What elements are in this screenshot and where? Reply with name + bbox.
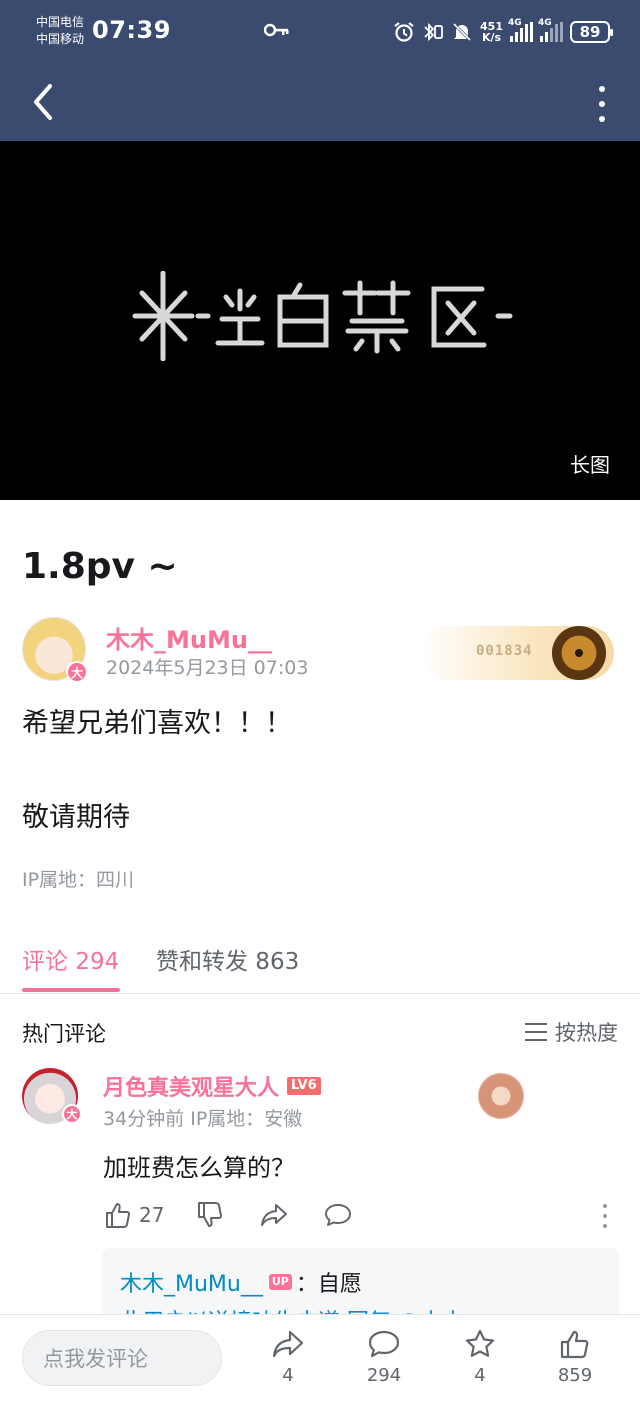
share-count: 4 [282,1365,294,1386]
fan-card-number: 001834 [476,643,533,659]
post-datetime: 2024年5月23日 07:03 [106,657,309,679]
star-icon [465,1329,495,1357]
game-logo-icon [132,271,513,361]
comment-text: 加班费怎么算的？ [103,1154,295,1182]
reply-line-1: 木木_MuMu__ UP ：自愿 [120,1266,362,1298]
author-name[interactable]: 木木_MuMu__ [106,620,272,655]
level-badge: LV6 [287,1077,321,1095]
comment-reply-button[interactable] [323,1200,353,1230]
hot-comments-label: 热门评论 [22,1022,106,1046]
thumbs-up-icon [106,1203,131,1229]
bottom-action-bar: 点我发评论 4 294 4 859 [0,1314,640,1407]
ip-location: IP属地：四川 [22,869,135,891]
share-button[interactable]: 4 [258,1327,318,1386]
author-avatar[interactable]: 大 [22,617,88,683]
sort-button[interactable]: 按热度 [525,1017,618,1047]
more-options-button[interactable] [590,84,614,124]
carrier-2: 中国移动 [36,32,85,46]
bluetooth-vibrate-icon [424,22,443,42]
sort-label: 按热度 [555,1021,618,1045]
fan-card-eye-icon [552,626,606,680]
share-icon [261,1204,287,1226]
comment-bubble-icon [325,1204,351,1226]
carrier-1: 中国电信 [36,15,85,29]
reply-text: ：自愿 [295,1272,362,1297]
comment-tabs: 评论 294 赞和转发 863 [0,930,640,994]
comment-actions: 27 [103,1200,623,1232]
commenter-medal-icon [478,1073,524,1119]
carrier-labels: 中国电信 中国移动 [36,14,84,48]
favorite-count: 4 [474,1365,486,1386]
mute-bell-icon [452,22,472,42]
commenter-name[interactable]: 月色真美观星大人 [103,1070,279,1102]
tab-likes-reposts[interactable]: 赞和转发 863 [156,942,299,976]
thumbs-up-icon [560,1330,589,1359]
comment-input[interactable]: 点我发评论 [22,1330,222,1386]
up-badge: UP [268,1274,292,1290]
comment-like-button[interactable]: 27 [103,1200,164,1230]
like-count: 859 [557,1365,593,1386]
post-body-line-2: 敬请期待 [22,802,130,833]
comment-dislike-button[interactable] [195,1200,225,1230]
net-speed: 451 K/s [480,21,503,43]
network-2-label: 4G [538,18,552,28]
signal-1-icon: 4G [508,18,533,42]
post-title: 1.8pv ~ [22,546,178,587]
fan-card[interactable]: 001834 [420,626,614,680]
status-bar: 中国电信 中国移动 07:39 451 K/s 4G 4G 89 [0,0,640,64]
comment-more-button[interactable] [603,1204,609,1228]
vip-badge: 大 [62,1104,82,1124]
post-image[interactable]: 长图 [0,141,640,500]
signal-2-icon: 4G [538,18,563,42]
thumbs-down-icon [198,1201,223,1227]
top-bar: 中国电信 中国移动 07:39 451 K/s 4G 4G 89 [0,0,640,141]
sort-icon [525,1023,547,1041]
post-body-line-1: 希望兄弟们喜欢！！！ [22,708,292,739]
comment-count: 294 [366,1365,402,1386]
comment-meta: 34分钟前 IP属地：安徽 [103,1108,303,1130]
net-speed-unit: K/s [481,31,502,44]
active-tab-indicator [22,988,120,992]
comment-bubble-icon [368,1330,400,1358]
dot-icon [599,86,605,92]
commenter-avatar[interactable]: 大 [22,1068,82,1124]
status-time: 07:39 [92,16,171,44]
dot-icon [599,116,605,122]
reply-user[interactable]: 木木_MuMu__ [120,1266,263,1298]
alarm-icon [394,22,414,42]
commenter-name-row: 月色真美观星大人 LV6 [103,1070,321,1102]
vip-badge: 大 [66,661,88,683]
long-image-badge: 长图 [570,453,610,477]
back-button[interactable] [26,80,62,124]
comment-button[interactable]: 294 [354,1327,414,1386]
battery-indicator: 89 [570,21,613,43]
like-button[interactable]: 859 [545,1327,605,1386]
favorite-button[interactable]: 4 [450,1327,510,1386]
network-1-label: 4G [508,18,522,28]
dot-icon [599,101,605,107]
comment-like-count: 27 [139,1203,165,1227]
status-icons: 451 K/s 4G 4G 89 [393,18,613,46]
comment-share-button[interactable] [259,1200,289,1230]
tab-comments[interactable]: 评论 294 [22,942,119,976]
key-icon [264,23,289,37]
share-icon [272,1330,304,1358]
